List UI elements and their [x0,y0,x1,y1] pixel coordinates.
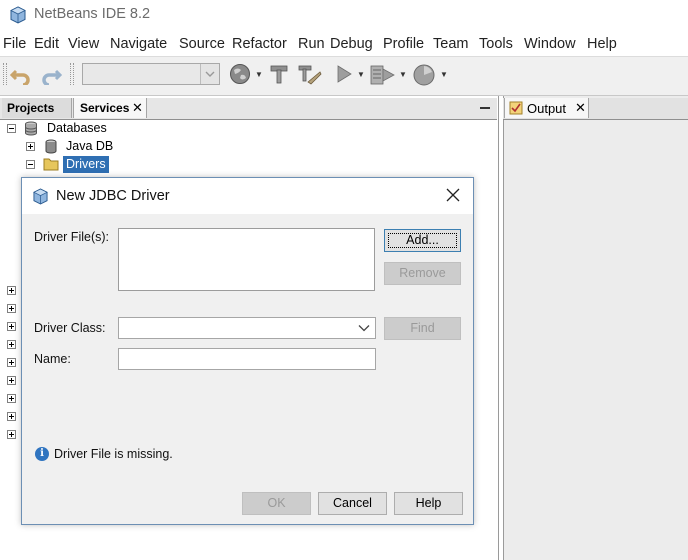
tree-expander-icon[interactable] [7,412,16,421]
netbeans-dialog-icon [33,188,48,205]
configuration-combo[interactable] [82,63,220,85]
info-icon: i [35,447,49,461]
profile-dropdown-icon[interactable]: ▼ [440,70,448,79]
tab-output[interactable]: Output ✕ [504,98,589,118]
run-icon[interactable] [336,65,352,83]
tab-projects[interactable]: Projects [2,98,72,118]
menu-navigate[interactable]: Navigate [110,36,167,52]
menu-source[interactable]: Source [179,36,225,52]
help-button[interactable]: Help [394,492,463,515]
menu-edit[interactable]: Edit [34,36,59,52]
tree-expander-icon[interactable] [7,340,16,349]
folder-icon [43,158,59,171]
redo-icon[interactable] [40,65,62,85]
left-panel-tabbar: Projects Services ✕ [0,98,497,120]
driver-class-label: Driver Class: [34,321,106,335]
add-button[interactable]: Add... [384,229,461,252]
tree-expander-icon[interactable] [7,430,16,439]
cancel-button[interactable]: Cancel [318,492,387,515]
netbeans-app-icon [10,6,26,24]
run-dropdown-icon[interactable]: ▼ [357,70,365,79]
tree-expander-icon[interactable] [7,304,16,313]
collapse-drivers-icon[interactable] [26,160,35,169]
find-button[interactable]: Find [384,317,461,340]
tree-item-drivers: Drivers [66,157,106,171]
close-icon[interactable]: ✕ [575,100,586,116]
chevron-down-icon[interactable] [200,64,219,84]
tree-expander-icon[interactable] [7,286,16,295]
window-title: NetBeans IDE 8.2 [34,6,151,22]
tree-item-drivers-selected[interactable]: Drivers [63,156,109,173]
main-toolbar: ▼ ▼ ▼ ▼ [0,56,688,96]
output-panel [503,96,688,560]
tab-output-label: Output [527,101,567,116]
menu-refactor[interactable]: Refactor [232,36,287,52]
chevron-down-icon[interactable] [357,321,371,335]
globe-dropdown-icon[interactable]: ▼ [255,70,263,79]
output-icon [509,101,523,115]
name-field[interactable] [118,348,376,370]
tree-expander-icon[interactable] [7,358,16,367]
tab-services[interactable]: Services ✕ [73,98,147,118]
hammer-icon[interactable] [269,64,289,84]
tree-item-java-db[interactable]: Java DB [66,139,113,153]
menu-profile[interactable]: Profile [383,36,424,52]
collapse-databases-icon[interactable] [7,124,16,133]
menu-help[interactable]: Help [587,36,617,52]
menu-window[interactable]: Window [524,36,576,52]
tree-expander-icon[interactable] [7,322,16,331]
profile-icon[interactable] [412,63,436,87]
java-db-icon [45,139,57,154]
remove-button-label: Remove [399,266,446,280]
ok-button-label: OK [267,496,286,510]
help-button-label: Help [415,496,442,510]
debug-dropdown-icon[interactable]: ▼ [399,70,407,79]
name-label: Name: [34,352,71,366]
menu-team[interactable]: Team [433,36,468,52]
debug-icon[interactable] [370,64,396,86]
clean-build-icon[interactable] [298,64,322,86]
database-icon [25,121,37,136]
status-message: Driver File is missing. [54,447,173,461]
menu-file[interactable]: File [3,36,26,52]
tree-expander-icon[interactable] [7,394,16,403]
menu-run[interactable]: Run [298,36,325,52]
globe-icon[interactable] [229,63,251,85]
remove-button[interactable]: Remove [384,262,461,285]
menu-tools[interactable]: Tools [479,36,513,52]
tab-services-label: Services [80,101,130,115]
close-icon[interactable]: ✕ [132,98,143,118]
driver-class-combo[interactable] [118,317,376,339]
tree-expander-icon[interactable] [7,376,16,385]
menu-debug[interactable]: Debug [330,36,373,52]
menu-view[interactable]: View [68,36,99,52]
tab-projects-label: Projects [7,101,55,115]
dialog-title: New JDBC Driver [56,188,170,204]
window-titlebar: NetBeans IDE 8.2 [0,0,688,30]
ok-button[interactable]: OK [242,492,311,515]
cancel-button-label: Cancel [333,496,372,510]
undo-icon[interactable] [10,65,32,85]
driver-files-label: Driver File(s): [34,230,109,244]
minimize-icon[interactable] [480,107,490,109]
menu-bar: File Edit View Navigate Source Refactor … [0,33,688,55]
close-icon[interactable] [445,187,461,203]
expand-javadb-icon[interactable] [26,142,35,151]
driver-files-list[interactable] [118,228,375,291]
find-button-label: Find [410,321,435,335]
tree-item-databases[interactable]: Databases [47,121,107,135]
